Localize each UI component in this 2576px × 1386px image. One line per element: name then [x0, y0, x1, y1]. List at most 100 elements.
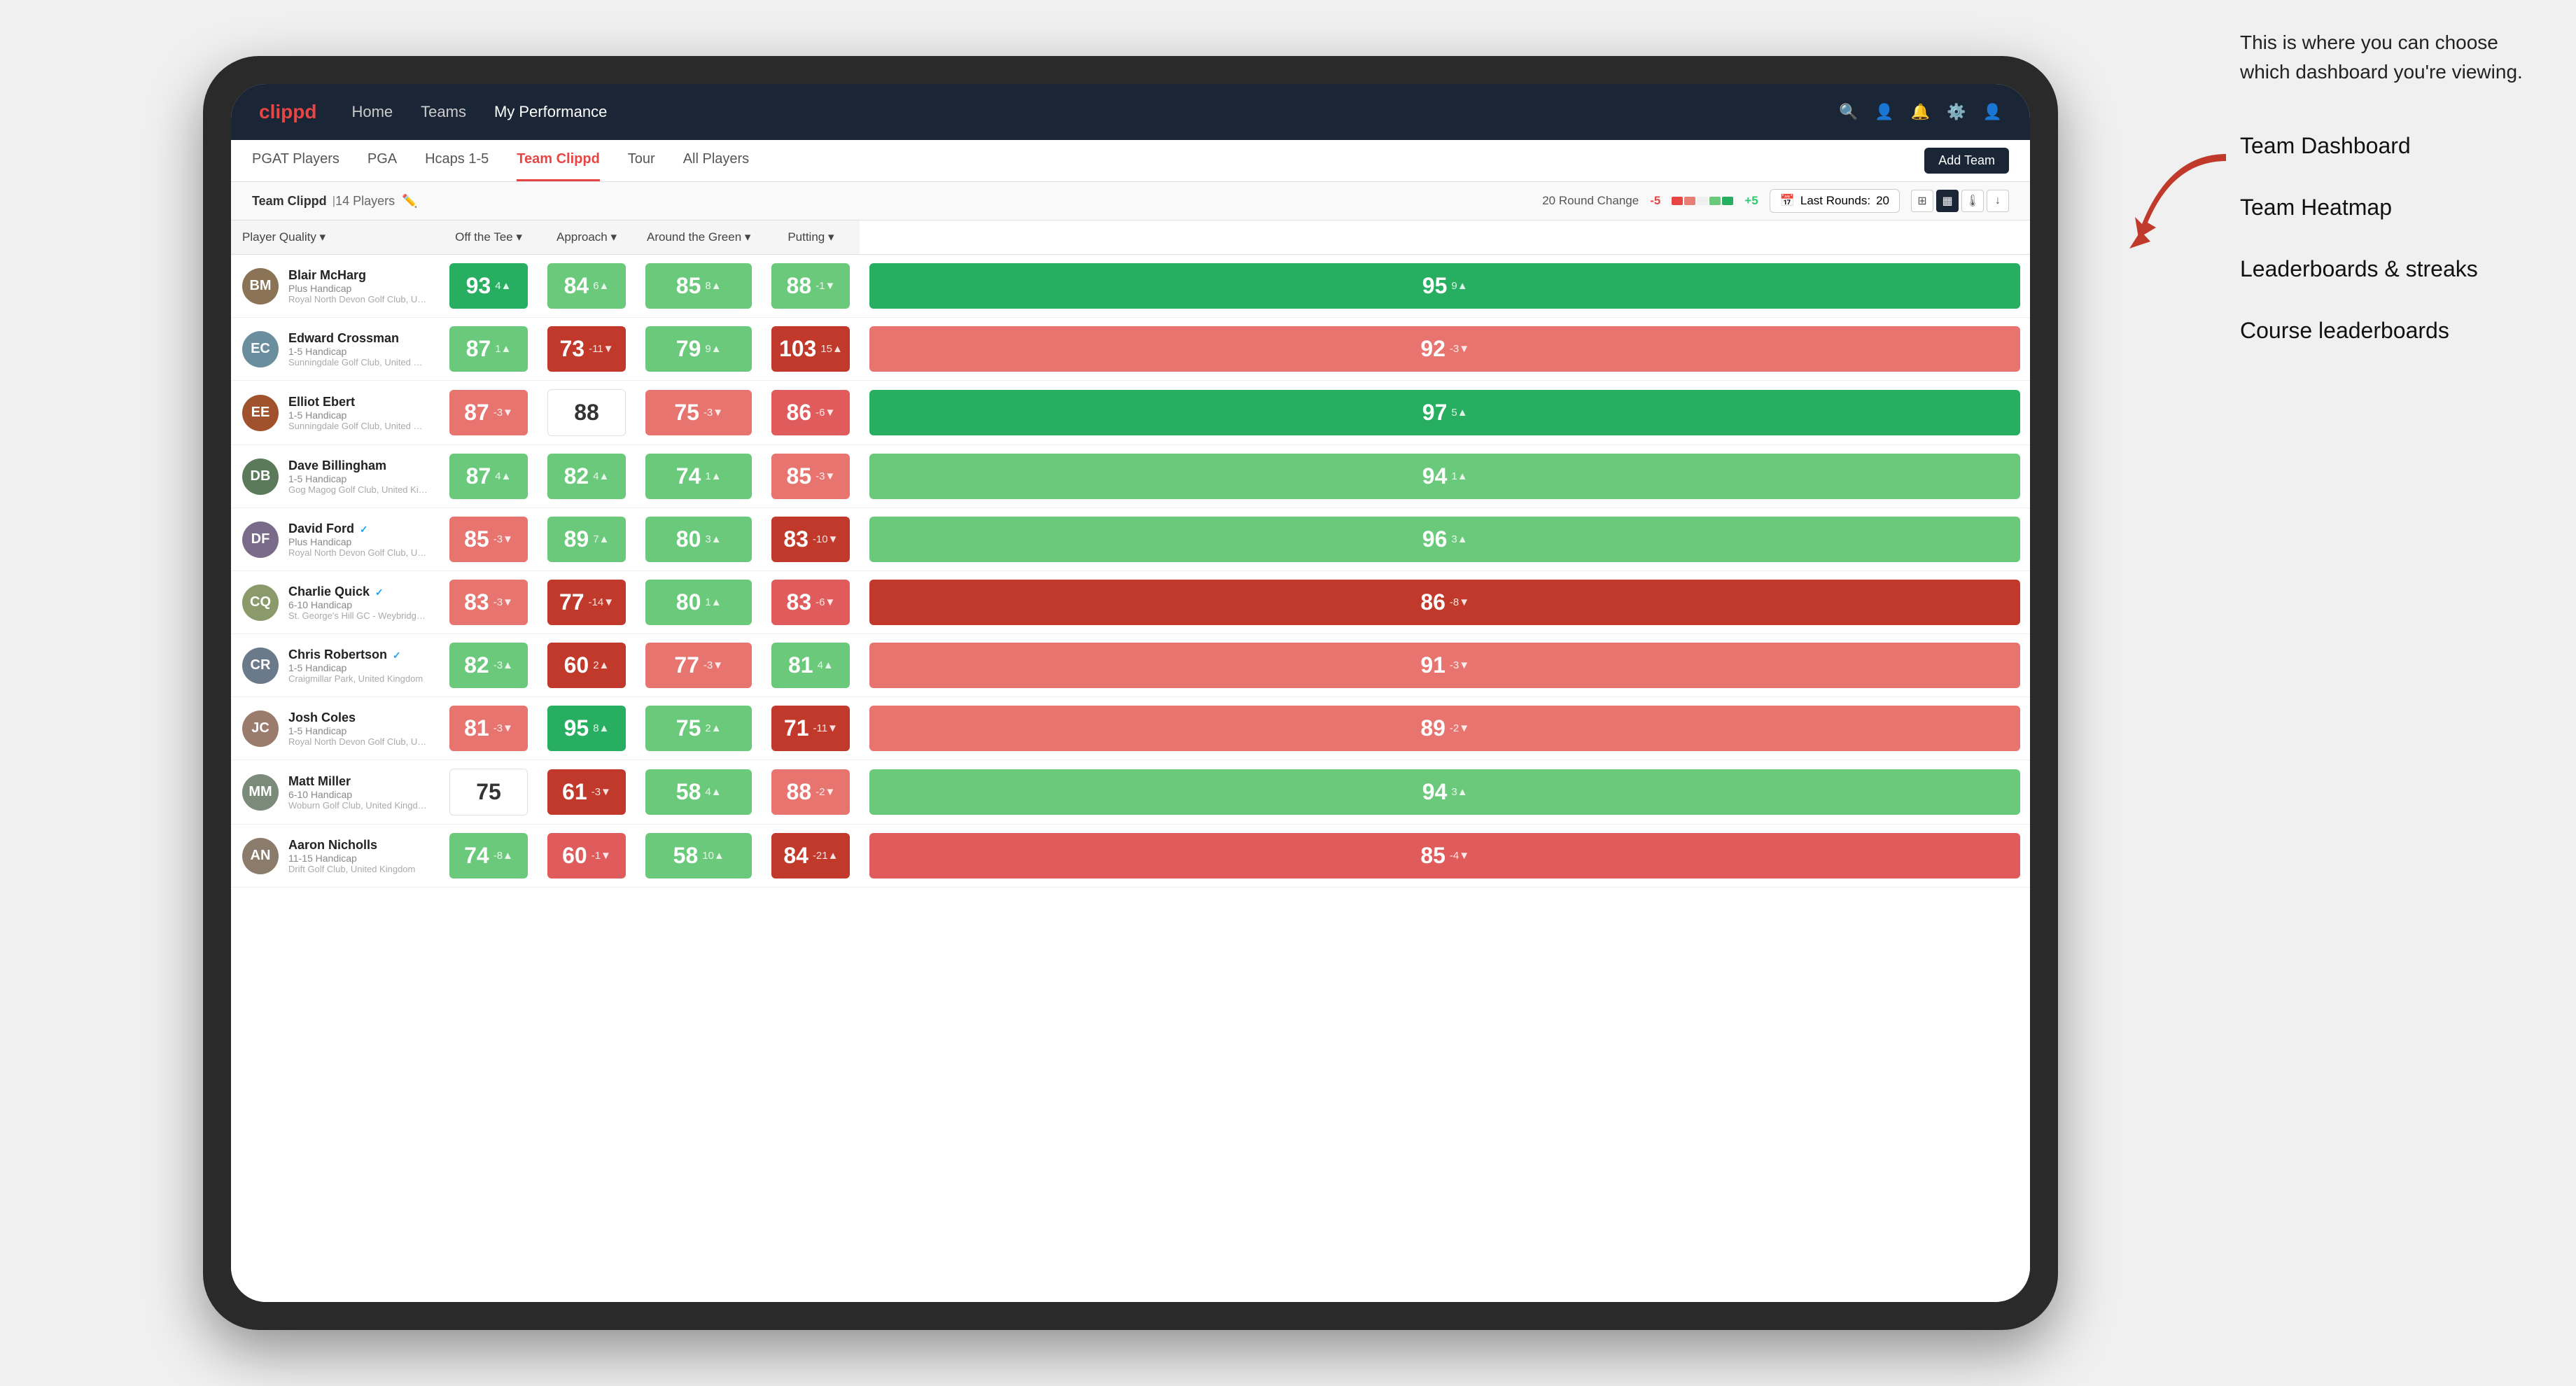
list-view-btn[interactable]: ▦ — [1936, 190, 1959, 212]
player-details-5: Charlie Quick ✓6-10 HandicapSt. George's… — [288, 584, 428, 621]
player-avatar-5: CQ — [242, 584, 279, 621]
putting-delta-7: -2▼ — [1450, 722, 1469, 734]
putting-value-5: 86 — [1420, 589, 1446, 615]
player-cell-6[interactable]: CRChris Robertson ✓1-5 HandicapCraigmill… — [231, 634, 440, 697]
nav-link-performance[interactable]: My Performance — [494, 103, 607, 121]
tab-hcaps[interactable]: Hcaps 1-5 — [425, 140, 489, 181]
putting-value-6: 91 — [1420, 652, 1446, 678]
putting-delta-5: -8▼ — [1450, 596, 1469, 608]
user-avatar-icon[interactable]: 👤 — [1983, 103, 2002, 121]
player-club-6: Craigmillar Park, United Kingdom — [288, 673, 423, 684]
around_green-value-9: 84 — [783, 843, 808, 869]
profile-icon[interactable]: 👤 — [1875, 103, 1893, 121]
team-title: Team Clippd — [252, 194, 327, 209]
player-club-1: Sunningdale Golf Club, United Kingdom — [288, 357, 428, 368]
putting-value-9: 85 — [1420, 843, 1446, 869]
tab-team-clippd[interactable]: Team Clippd — [517, 140, 600, 181]
player_quality-cell-3: 874▲ — [440, 445, 538, 508]
bar-green-2 — [1722, 197, 1733, 205]
player-info-6: CRChris Robertson ✓1-5 HandicapCraigmill… — [231, 642, 440, 690]
settings-icon[interactable]: ⚙️ — [1947, 103, 1966, 121]
tab-pgat-players[interactable]: PGAT Players — [252, 140, 340, 181]
player_quality-delta-5: -3▼ — [493, 596, 513, 608]
table-row: ANAaron Nicholls11-15 HandicapDrift Golf… — [231, 825, 2030, 888]
approach-cell-2: 75-3▼ — [636, 381, 762, 445]
player-info-9: ANAaron Nicholls11-15 HandicapDrift Golf… — [231, 832, 440, 880]
player_quality-delta-4: -3▼ — [493, 533, 513, 545]
player_quality-value-0: 93 — [466, 273, 491, 299]
player-details-4: David Ford ✓Plus HandicapRoyal North Dev… — [288, 522, 428, 558]
around_green-delta-7: -11▼ — [813, 722, 837, 734]
heatmap-view-btn[interactable]: 🌡 — [1961, 190, 1984, 212]
player-handicap-8: 6-10 Handicap — [288, 789, 428, 800]
nav-link-home[interactable]: Home — [351, 103, 393, 121]
player-name-1: Edward Crossman — [288, 331, 428, 346]
bell-icon[interactable]: 🔔 — [1911, 103, 1930, 121]
approach-delta-5: 1▲ — [705, 596, 721, 608]
player-cell-8[interactable]: MMMatt Miller6-10 HandicapWoburn Golf Cl… — [231, 760, 440, 825]
player-name-7: Josh Coles — [288, 710, 428, 725]
around_green-cell-9: 84 -21▲ — [762, 825, 860, 888]
around_green-delta-9: -21▲ — [813, 850, 839, 862]
off_tee-value-9: 60 — [562, 843, 587, 869]
player-cell-3[interactable]: DBDave Billingham1-5 HandicapGog Magog G… — [231, 445, 440, 508]
putting-delta-6: -3▼ — [1450, 659, 1469, 671]
approach-delta-7: 2▲ — [705, 722, 721, 734]
tablet-frame: clippd Home Teams My Performance 🔍 👤 🔔 ⚙… — [203, 56, 2058, 1330]
nav-link-teams[interactable]: Teams — [421, 103, 466, 121]
around_green-cell-6: 814▲ — [762, 634, 860, 697]
edit-icon[interactable]: ✏️ — [402, 194, 417, 209]
last-rounds-button[interactable]: 📅 Last Rounds: 20 — [1770, 189, 1900, 213]
tab-tour[interactable]: Tour — [628, 140, 655, 181]
off_tee-cell-2: 88 — [538, 381, 636, 445]
nav-bar: clippd Home Teams My Performance 🔍 👤 🔔 ⚙… — [231, 84, 2030, 140]
player-cell-0[interactable]: BMBlair McHargPlus HandicapRoyal North D… — [231, 255, 440, 318]
putting-delta-2: 5▲ — [1451, 407, 1467, 419]
putting-delta-4: 3▲ — [1451, 533, 1467, 545]
player-handicap-9: 11-15 Handicap — [288, 853, 415, 864]
player-handicap-2: 1-5 Handicap — [288, 410, 428, 421]
player-cell-9[interactable]: ANAaron Nicholls11-15 HandicapDrift Golf… — [231, 825, 440, 888]
around_green-cell-4: 83-10▼ — [762, 508, 860, 571]
off_tee-value-1: 73 — [559, 336, 584, 362]
player-cell-4[interactable]: DFDavid Ford ✓Plus HandicapRoyal North D… — [231, 508, 440, 571]
player_quality-value-6: 82 — [464, 652, 489, 678]
player-club-9: Drift Golf Club, United Kingdom — [288, 864, 415, 874]
player-name-2: Elliot Ebert — [288, 395, 428, 410]
player-club-3: Gog Magog Golf Club, United Kingdom — [288, 484, 428, 495]
around_green-value-0: 88 — [787, 273, 812, 299]
off_tee-value-3: 82 — [564, 463, 589, 489]
download-btn[interactable]: ↓ — [1987, 190, 2009, 212]
annotation-area: This is where you can choose which dashb… — [2240, 28, 2534, 375]
player-avatar-1: EC — [242, 331, 279, 368]
around_green-delta-1: 15▲ — [820, 343, 843, 355]
table-row: DFDavid Ford ✓Plus HandicapRoyal North D… — [231, 508, 2030, 571]
search-icon[interactable]: 🔍 — [1839, 103, 1858, 121]
tab-all-players[interactable]: All Players — [683, 140, 749, 181]
player-count: 14 Players — [335, 194, 395, 209]
around_green-cell-5: 83-6▼ — [762, 571, 860, 634]
tab-pga[interactable]: PGA — [368, 140, 397, 181]
grid-view-btn[interactable]: ⊞ — [1911, 190, 1933, 212]
off_tee-value-7: 95 — [564, 715, 589, 741]
round-change-label: 20 Round Change — [1542, 194, 1639, 208]
player_quality-cell-0: 934▲ — [440, 255, 538, 318]
add-team-button[interactable]: Add Team — [1924, 148, 2009, 174]
around_green-cell-7: 71-11▼ — [762, 697, 860, 760]
player-avatar-3: DB — [242, 458, 279, 495]
table-row: ECEdward Crossman1-5 HandicapSunningdale… — [231, 318, 2030, 381]
player-cell-5[interactable]: CQCharlie Quick ✓6-10 HandicapSt. George… — [231, 571, 440, 634]
player-cell-7[interactable]: JCJosh Coles1-5 HandicapRoyal North Devo… — [231, 697, 440, 760]
player-avatar-6: CR — [242, 648, 279, 684]
approach-cell-9: 5810▲ — [636, 825, 762, 888]
approach-cell-6: 77-3▼ — [636, 634, 762, 697]
player-cell-1[interactable]: ECEdward Crossman1-5 HandicapSunningdale… — [231, 318, 440, 381]
player-cell-2[interactable]: EEElliot Ebert1-5 HandicapSunningdale Go… — [231, 381, 440, 445]
header-off-tee: Off the Tee ▾ — [440, 220, 538, 255]
player_quality-cell-5: 83-3▼ — [440, 571, 538, 634]
around_green-value-6: 81 — [788, 652, 813, 678]
around_green-cell-0: 88-1▼ — [762, 255, 860, 318]
header-player-quality: Player Quality ▾ — [231, 220, 440, 255]
off_tee-delta-1: -11▼ — [589, 343, 613, 355]
player_quality-value-8: 75 — [476, 779, 501, 805]
